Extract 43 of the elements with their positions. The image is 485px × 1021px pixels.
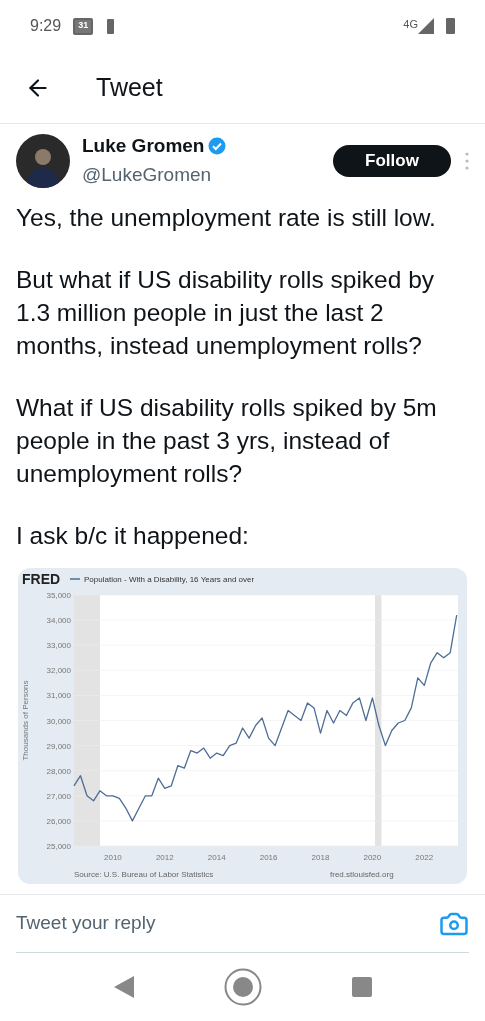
battery-saver-icon	[107, 18, 115, 34]
x-tick-label: 2014	[207, 853, 226, 862]
y-tick-label: 32,000	[46, 666, 71, 676]
y-axis-label: Thousands of Persons	[21, 680, 30, 761]
fred-logo: FRED	[22, 571, 61, 587]
x-tick-label: 2018	[311, 853, 330, 862]
x-tick-label: 2010	[104, 853, 122, 862]
status-time: 9:29	[30, 16, 62, 36]
source-note: Source: U.S. Bureau of Labor Statistics	[74, 870, 214, 879]
y-tick-label: 29,000	[46, 741, 71, 751]
network-label: 4G	[403, 17, 418, 32]
avatar	[16, 133, 70, 188]
y-tick-label: 35,000	[46, 591, 71, 600]
x-tick-label: 2016	[259, 853, 278, 862]
follow-button[interactable]: Follow	[333, 144, 451, 177]
tweet-text: But what if US disability rolls spiked by 1.3 million people in just the last 2 months, instead unemployment rolls?	[16, 265, 436, 361]
tweet-text: I ask b/c it happened:	[16, 521, 250, 551]
x-tick-label: 2012	[155, 853, 174, 862]
nav-home-icon[interactable]	[223, 968, 262, 1006]
x-tick-label: 2020	[363, 853, 382, 862]
y-tick-label: 34,000	[46, 616, 71, 626]
y-tick-label: 33,000	[46, 641, 71, 651]
y-tick-label: 31,000	[46, 691, 71, 701]
source-url: fred.stlouisfed.org	[330, 870, 394, 879]
more-options-icon[interactable]	[465, 151, 469, 170]
nav-recents-icon[interactable]	[351, 977, 372, 997]
tweet-text: What if US disability rolls spiked by 5m people in the past 3 yrs, instead of unemployment rolls?	[16, 393, 438, 489]
tweet-text: Yes, the unemployment rate is still low.	[16, 203, 437, 233]
y-tick-label: 28,000	[46, 766, 71, 776]
author-handle: @LukeGromen	[82, 162, 213, 187]
y-tick-label: 26,000	[46, 816, 71, 826]
y-tick-label: 27,000	[46, 791, 71, 801]
x-tick-label: 2022	[415, 853, 434, 862]
battery-icon	[446, 18, 455, 34]
calendar-icon: 31	[73, 17, 94, 35]
nav-back-icon[interactable]	[113, 976, 134, 998]
author-name: Luke Gromen	[82, 134, 205, 158]
legend-label: Population - With a Disability, 16 Years and over	[84, 575, 255, 584]
page-title: Tweet	[96, 71, 163, 103]
y-tick-label: 30,000	[46, 716, 71, 726]
signal-icon	[418, 18, 434, 34]
reply-field[interactable]: Tweet your reply	[16, 909, 439, 938]
y-tick-label: 25,000	[46, 842, 71, 851]
